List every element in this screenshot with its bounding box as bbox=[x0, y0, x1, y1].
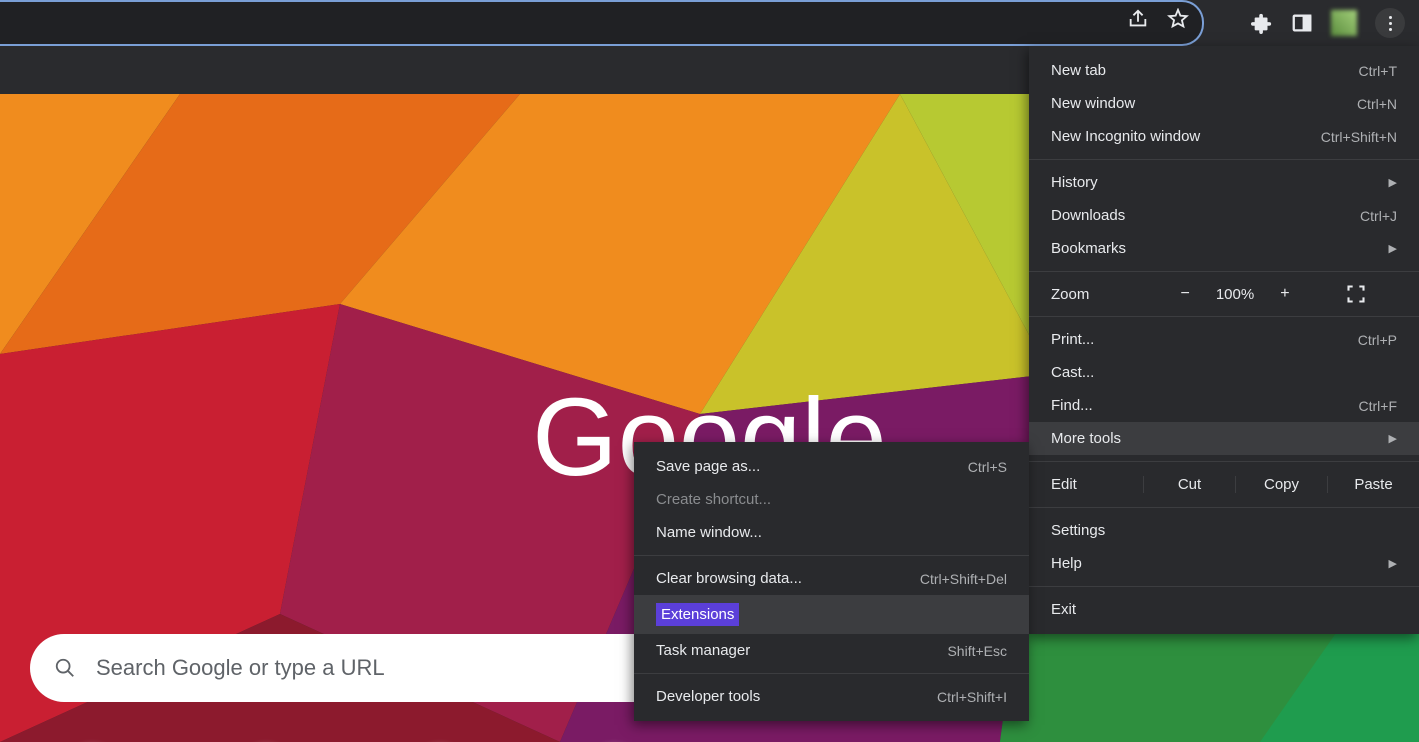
edit-label: Edit bbox=[1029, 476, 1143, 493]
submenu-create-shortcut: Create shortcut... bbox=[634, 483, 1029, 516]
menu-help[interactable]: Help▶ bbox=[1029, 547, 1419, 580]
menu-divider bbox=[1029, 159, 1419, 160]
menu-downloads[interactable]: DownloadsCtrl+J bbox=[1029, 199, 1419, 232]
zoom-percent: 100% bbox=[1216, 286, 1254, 303]
submenu-extensions[interactable]: Extensions bbox=[634, 595, 1029, 634]
more-vertical-icon bbox=[1389, 16, 1392, 31]
search-icon bbox=[54, 657, 76, 679]
address-bar-actions bbox=[1127, 8, 1189, 30]
menu-more-tools[interactable]: More tools▶ bbox=[1029, 422, 1419, 455]
zoom-out-button[interactable]: − bbox=[1180, 285, 1189, 303]
menu-divider bbox=[634, 555, 1029, 556]
side-panel-icon[interactable] bbox=[1291, 12, 1313, 34]
more-menu-button[interactable] bbox=[1375, 8, 1405, 38]
menu-divider bbox=[1029, 461, 1419, 462]
more-tools-submenu: Save page as...Ctrl+S Create shortcut...… bbox=[634, 442, 1029, 721]
menu-bookmarks[interactable]: Bookmarks▶ bbox=[1029, 232, 1419, 265]
menu-settings[interactable]: Settings bbox=[1029, 514, 1419, 547]
menu-divider bbox=[1029, 586, 1419, 587]
edit-copy-button[interactable]: Copy bbox=[1235, 476, 1327, 493]
chevron-right-icon: ▶ bbox=[1389, 432, 1397, 445]
share-icon[interactable] bbox=[1127, 8, 1149, 30]
menu-divider bbox=[1029, 271, 1419, 272]
submenu-developer-tools[interactable]: Developer toolsCtrl+Shift+I bbox=[634, 680, 1029, 713]
bookmark-star-icon[interactable] bbox=[1167, 8, 1189, 30]
chrome-main-menu: New tabCtrl+T New windowCtrl+N New Incog… bbox=[1029, 46, 1419, 634]
menu-history[interactable]: History▶ bbox=[1029, 166, 1419, 199]
browser-toolbar bbox=[0, 0, 1419, 46]
submenu-task-manager[interactable]: Task managerShift+Esc bbox=[634, 634, 1029, 667]
menu-find[interactable]: Find...Ctrl+F bbox=[1029, 389, 1419, 422]
address-bar[interactable] bbox=[0, 0, 1204, 46]
edit-paste-button[interactable]: Paste bbox=[1327, 476, 1419, 493]
menu-exit[interactable]: Exit bbox=[1029, 593, 1419, 626]
profile-avatar[interactable] bbox=[1331, 10, 1357, 36]
menu-cast[interactable]: Cast... bbox=[1029, 356, 1419, 389]
fullscreen-icon[interactable] bbox=[1346, 284, 1366, 304]
menu-new-tab[interactable]: New tabCtrl+T bbox=[1029, 54, 1419, 87]
menu-new-incognito[interactable]: New Incognito windowCtrl+Shift+N bbox=[1029, 120, 1419, 153]
menu-divider bbox=[1029, 507, 1419, 508]
menu-divider bbox=[1029, 316, 1419, 317]
chevron-right-icon: ▶ bbox=[1389, 557, 1397, 570]
zoom-in-button[interactable]: + bbox=[1280, 285, 1289, 303]
toolbar-right bbox=[1251, 8, 1405, 38]
menu-new-window[interactable]: New windowCtrl+N bbox=[1029, 87, 1419, 120]
chevron-right-icon: ▶ bbox=[1389, 242, 1397, 255]
submenu-name-window[interactable]: Name window... bbox=[634, 516, 1029, 549]
menu-divider bbox=[634, 673, 1029, 674]
menu-edit-row: Edit Cut Copy Paste bbox=[1029, 468, 1419, 501]
submenu-clear-browsing-data[interactable]: Clear browsing data...Ctrl+Shift+Del bbox=[634, 562, 1029, 595]
zoom-label: Zoom bbox=[1051, 286, 1147, 303]
extensions-puzzle-icon[interactable] bbox=[1251, 12, 1273, 34]
chevron-right-icon: ▶ bbox=[1389, 176, 1397, 189]
search-placeholder: Search Google or type a URL bbox=[96, 655, 385, 681]
menu-print[interactable]: Print...Ctrl+P bbox=[1029, 323, 1419, 356]
menu-zoom: Zoom − 100% + bbox=[1029, 278, 1419, 310]
edit-cut-button[interactable]: Cut bbox=[1143, 476, 1235, 493]
submenu-save-page[interactable]: Save page as...Ctrl+S bbox=[634, 450, 1029, 483]
